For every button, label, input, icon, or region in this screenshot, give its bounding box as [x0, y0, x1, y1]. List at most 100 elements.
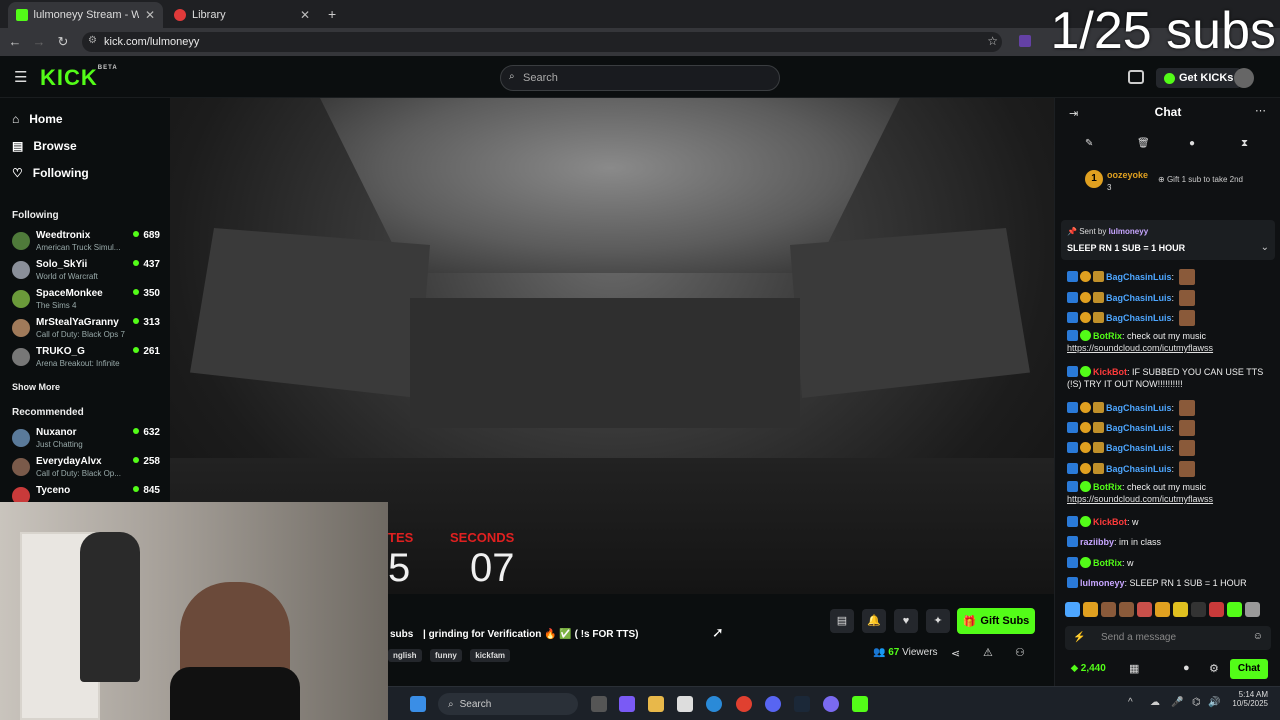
trash-icon[interactable]: 🗑: [1137, 138, 1150, 149]
top-gifter-name[interactable]: oozeyoke: [1107, 170, 1148, 180]
mic-icon[interactable]: 🎤: [1171, 697, 1183, 708]
site-info-icon[interactable]: ⚙: [88, 35, 97, 46]
gift-subs-button[interactable]: 🎁 Gift Subs: [957, 608, 1035, 634]
edge-icon[interactable]: [706, 696, 722, 712]
streamer-menu-icon[interactable]: ⚇: [1015, 646, 1025, 659]
sidebar-channel-everydayalvx[interactable]: EverydayAlvx Call of Duty: Black Op... 258: [12, 456, 162, 484]
sidebar-channel-solo_skyii[interactable]: Solo_SkYii World of Warcraft 437: [12, 259, 162, 287]
onedrive-icon[interactable]: ☁: [1150, 697, 1160, 708]
emote-icon[interactable]: [1083, 602, 1098, 617]
chat-username[interactable]: KickBot: [1093, 517, 1127, 527]
tag-kickfam[interactable]: kickfam: [470, 649, 511, 662]
sidebar-channel-nuxanor[interactable]: Nuxanor Just Chatting 632: [12, 427, 162, 455]
sidebar-channel-weedtronix[interactable]: Weedtronix American Truck Simul... 689: [12, 230, 162, 258]
share-icon[interactable]: ⋖: [951, 647, 960, 660]
pin-button[interactable]: ✦: [926, 609, 950, 633]
emote-icon[interactable]: [1245, 602, 1260, 617]
chat-username[interactable]: raziibby: [1080, 537, 1114, 547]
show-more-link[interactable]: Show More: [12, 382, 60, 392]
menu-icon[interactable]: ☰: [14, 68, 27, 86]
taskbar-search[interactable]: ⌕ Search: [438, 693, 578, 715]
obs-icon[interactable]: [823, 696, 839, 712]
chat-input[interactable]: ⚡ Send a message ☺: [1065, 626, 1271, 650]
report-icon[interactable]: ⚠: [983, 646, 993, 659]
clock[interactable]: 5:14 AM 10/5/2025: [1222, 690, 1268, 708]
chat-username[interactable]: BagChasinLuis: [1106, 443, 1172, 453]
chat-username[interactable]: BotRix: [1093, 331, 1122, 341]
sidebar-nav-browse[interactable]: ▤ Browse: [12, 139, 77, 153]
chat-username[interactable]: KickBot: [1093, 367, 1127, 377]
address-bar[interactable]: ⚙ kick.com/lulmoneyy ☆: [82, 32, 1002, 52]
volume-icon[interactable]: 🔊: [1208, 697, 1220, 708]
sidebar-nav-home[interactable]: ⌂ Home: [12, 112, 63, 126]
emote-icon[interactable]: [1173, 602, 1188, 617]
file-explorer-icon[interactable]: [648, 696, 664, 712]
discord-icon[interactable]: [765, 696, 781, 712]
emote-picker-icon[interactable]: ☺: [1253, 631, 1263, 642]
emote-icon[interactable]: [1137, 602, 1152, 617]
reload-icon[interactable]: ↻: [52, 34, 74, 50]
shop-icon[interactable]: ▦: [1129, 662, 1139, 675]
store-icon[interactable]: [677, 696, 693, 712]
chat-username[interactable]: lulmoneyy: [1080, 578, 1125, 588]
chat-link[interactable]: https://soundcloud.com/icutmyflawss: [1067, 494, 1213, 504]
emote-icon[interactable]: [1155, 602, 1170, 617]
chat-username[interactable]: BagChasinLuis: [1106, 464, 1172, 474]
chat-username[interactable]: BagChasinLuis: [1106, 293, 1172, 303]
emoji-icon[interactable]: ●: [1183, 662, 1190, 674]
sidebar-channel-truko_g[interactable]: TRUKO_G Arena Breakout: Infinite 261: [12, 346, 162, 374]
kick-app-icon[interactable]: [852, 696, 868, 712]
chrome-icon[interactable]: [736, 696, 752, 712]
tray-arrow-icon[interactable]: ^: [1128, 697, 1133, 708]
pinned-message[interactable]: 📌 Sent by lulmoneyy SLEEP RN 1 SUB = 1 H…: [1061, 220, 1275, 260]
forward-icon[interactable]: →: [28, 34, 50, 49]
chat-menu-icon[interactable]: ⋯: [1255, 104, 1266, 117]
clip-button[interactable]: ▤: [830, 609, 854, 633]
sidebar-nav-following[interactable]: ♡ Following: [12, 166, 89, 180]
chat-username[interactable]: BotRix: [1093, 482, 1122, 492]
slow-mode-icon[interactable]: ⧗: [1241, 138, 1248, 149]
tag-language[interactable]: nglish: [388, 649, 422, 662]
network-icon[interactable]: ⌬: [1192, 697, 1201, 708]
tab-library[interactable]: Library ✕: [166, 2, 318, 28]
emote-icon[interactable]: [1209, 602, 1224, 617]
emote-icon[interactable]: [1119, 602, 1134, 617]
close-tab-icon[interactable]: ✕: [300, 8, 310, 22]
twitch-extension-icon[interactable]: [1019, 35, 1031, 47]
windows-start-icon[interactable]: [410, 696, 426, 712]
chat-username[interactable]: BagChasinLuis: [1106, 403, 1172, 413]
chat-username[interactable]: BagChasinLuis: [1106, 313, 1172, 323]
new-tab-icon[interactable]: +: [328, 6, 336, 22]
emote-icon[interactable]: [1191, 602, 1206, 617]
sidebar-channel-spacemonkee[interactable]: SpaceMonkee The Sims 4 350: [12, 288, 162, 316]
copilot-icon[interactable]: [619, 696, 635, 712]
message-icon[interactable]: ●: [1189, 138, 1195, 149]
emote-icon[interactable]: [1227, 602, 1242, 617]
task-view-icon[interactable]: [591, 696, 607, 712]
kick-logo[interactable]: KICKBETA: [40, 65, 118, 91]
search-input[interactable]: ⌕ Search: [500, 65, 780, 91]
chat-username[interactable]: BotRix: [1093, 558, 1122, 568]
emote-icon[interactable]: [1065, 602, 1080, 617]
chat-username[interactable]: BagChasinLuis: [1106, 272, 1172, 282]
back-icon[interactable]: ←: [4, 34, 26, 49]
chat-username[interactable]: BagChasinLuis: [1106, 423, 1172, 433]
theater-mode-icon[interactable]: [1128, 70, 1144, 84]
close-tab-icon[interactable]: ✕: [145, 8, 155, 22]
get-kicks-button[interactable]: Get KICKs: [1156, 68, 1242, 88]
pin-tool-icon[interactable]: ✎: [1085, 138, 1093, 149]
send-chat-button[interactable]: Chat: [1230, 659, 1268, 679]
emote-icon[interactable]: [1101, 602, 1116, 617]
settings-icon[interactable]: ⚙: [1209, 662, 1219, 675]
user-avatar[interactable]: [1234, 68, 1254, 88]
bookmark-star-icon[interactable]: ☆: [987, 34, 998, 48]
chat-link[interactable]: https://soundcloud.com/icutmyflawss: [1067, 343, 1213, 353]
tab-stream[interactable]: lulmoneyy Stream - Watch Live ✕: [8, 2, 163, 28]
channel-points[interactable]: ⬥ 2,440: [1071, 663, 1106, 674]
expand-pinned-icon[interactable]: ⌄: [1261, 242, 1269, 253]
steam-icon[interactable]: [794, 696, 810, 712]
follow-button[interactable]: ♥: [894, 609, 918, 633]
gift-cta[interactable]: ⊕ Gift 1 sub to take 2nd: [1158, 175, 1243, 184]
notification-button[interactable]: 🔔: [862, 609, 886, 633]
sidebar-channel-mrstealyagranny[interactable]: MrStealYaGranny Call of Duty: Black Ops 7…: [12, 317, 162, 345]
